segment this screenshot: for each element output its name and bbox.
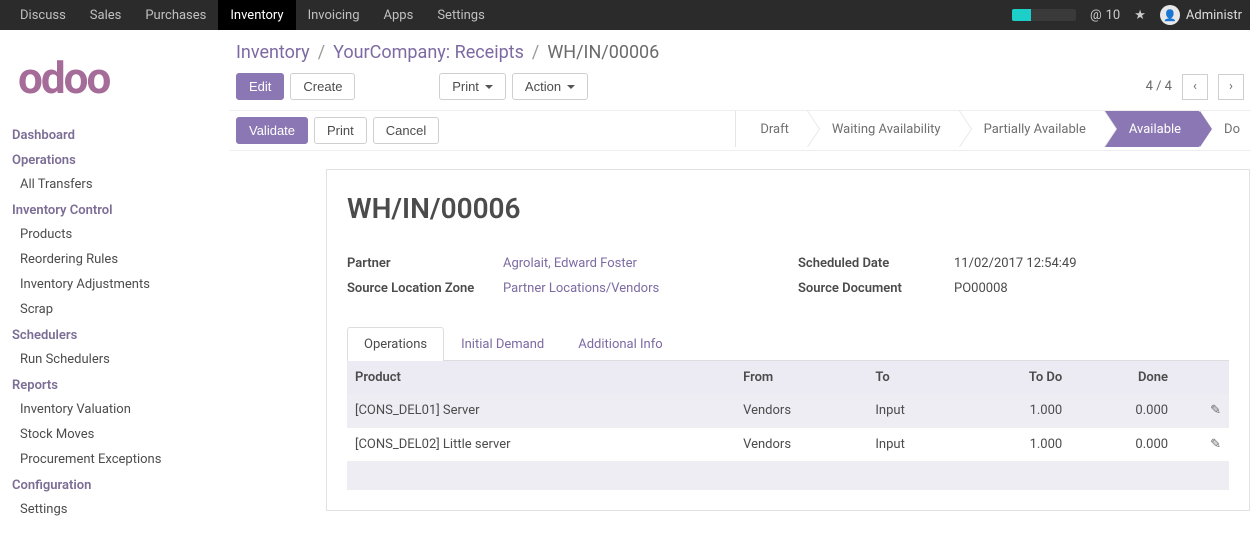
cell-todo: 1.000 <box>964 428 1070 462</box>
topnav-inventory[interactable]: Inventory <box>218 0 295 30</box>
breadcrumb-inventory[interactable]: Inventory <box>236 42 310 63</box>
col-product[interactable]: Product <box>347 361 735 394</box>
topnav-apps[interactable]: Apps <box>372 0 426 30</box>
status-print-button[interactable]: Print <box>314 117 367 144</box>
messages-indicator[interactable]: @ 10 <box>1090 8 1120 23</box>
topnav-discuss[interactable]: Discuss <box>8 0 78 30</box>
col-from[interactable]: From <box>735 361 867 394</box>
validate-button[interactable]: Validate <box>236 117 308 144</box>
sidebar-item-products[interactable]: Products <box>6 222 214 247</box>
progress-bar[interactable] <box>1012 9 1076 21</box>
sidebar-item-run-schedulers[interactable]: Run Schedulers <box>6 347 214 372</box>
record-title: WH/IN/00006 <box>347 192 1229 225</box>
sidebar: odoo Dashboard Operations All Transfers … <box>0 30 224 534</box>
sidebar-section-dashboard[interactable]: Dashboard <box>6 122 214 147</box>
avatar: 👤 <box>1160 5 1180 25</box>
sidebar-section-schedulers[interactable]: Schedulers <box>6 322 214 347</box>
sidebar-item-inventory-adjustments[interactable]: Inventory Adjustments <box>6 272 214 297</box>
pencil-icon[interactable]: ✎ <box>1210 437 1221 452</box>
workflow-partial[interactable]: Partially Available <box>959 111 1104 147</box>
tab-additional-info[interactable]: Additional Info <box>561 327 679 361</box>
topnav-settings[interactable]: Settings <box>425 0 496 30</box>
scheduled-date-label: Scheduled Date <box>798 256 954 271</box>
messages-count: 10 <box>1106 8 1121 23</box>
cell-done: 0.000 <box>1070 394 1176 428</box>
table-footer-row <box>347 462 1229 490</box>
breadcrumb-sep: / <box>532 42 539 63</box>
breadcrumb-receipts[interactable]: YourCompany: Receipts <box>333 42 524 63</box>
source-location-label: Source Location Zone <box>347 281 503 296</box>
sidebar-section-inventory-control[interactable]: Inventory Control <box>6 197 214 222</box>
breadcrumb: Inventory / YourCompany: Receipts / WH/I… <box>230 38 1250 73</box>
sidebar-section-operations[interactable]: Operations <box>6 147 214 172</box>
sidebar-item-all-transfers[interactable]: All Transfers <box>6 172 214 197</box>
sidebar-item-reordering-rules[interactable]: Reordering Rules <box>6 247 214 272</box>
sidebar-item-settings[interactable]: Settings <box>6 497 214 522</box>
tab-initial-demand[interactable]: Initial Demand <box>444 327 561 361</box>
source-document-label: Source Document <box>798 281 954 296</box>
sidebar-item-stock-moves[interactable]: Stock Moves <box>6 422 214 447</box>
cell-product: [CONS_DEL01] Server <box>347 394 735 428</box>
partner-label: Partner <box>347 256 503 271</box>
cell-to: Input <box>867 428 964 462</box>
pager-count: 4 / 4 <box>1146 79 1172 94</box>
action-dropdown[interactable]: Action <box>512 73 588 100</box>
sidebar-section-reports[interactable]: Reports <box>6 372 214 397</box>
topnav-purchases[interactable]: Purchases <box>133 0 218 30</box>
cell-from: Vendors <box>735 394 867 428</box>
cell-to: Input <box>867 394 964 428</box>
pager-next[interactable]: › <box>1218 74 1244 100</box>
record-sheet: WH/IN/00006 Partner Agrolait, Edward Fos… <box>326 169 1250 511</box>
sidebar-section-configuration[interactable]: Configuration <box>6 472 214 497</box>
breadcrumb-sep: / <box>318 42 325 63</box>
breadcrumb-current: WH/IN/00006 <box>547 42 659 63</box>
sidebar-item-procurement-exceptions[interactable]: Procurement Exceptions <box>6 447 214 472</box>
user-menu[interactable]: 👤 Administr <box>1160 5 1242 25</box>
create-button[interactable]: Create <box>290 73 355 100</box>
table-row[interactable]: [CONS_DEL02] Little server Vendors Input… <box>347 428 1229 462</box>
main: Inventory / YourCompany: Receipts / WH/I… <box>224 30 1250 534</box>
cell-from: Vendors <box>735 428 867 462</box>
tab-operations[interactable]: Operations <box>347 327 444 361</box>
tabs: Operations Initial Demand Additional Inf… <box>347 327 1229 361</box>
cell-todo: 1.000 <box>964 394 1070 428</box>
workflow-waiting[interactable]: Waiting Availability <box>807 111 959 147</box>
col-to[interactable]: To <box>867 361 964 394</box>
partner-value[interactable]: Agrolait, Edward Foster <box>503 256 637 271</box>
username: Administr <box>1186 8 1242 23</box>
source-document-value: PO00008 <box>954 281 1008 296</box>
pager-prev[interactable]: ‹ <box>1182 74 1208 100</box>
pencil-icon[interactable]: ✎ <box>1210 403 1221 418</box>
cell-product: [CONS_DEL02] Little server <box>347 428 735 462</box>
topbar: Discuss Sales Purchases Inventory Invoic… <box>0 0 1250 30</box>
col-todo[interactable]: To Do <box>964 361 1070 394</box>
logo: odoo <box>6 42 214 122</box>
workflow-draft[interactable]: Draft <box>735 111 807 147</box>
edit-button[interactable]: Edit <box>236 73 284 100</box>
workflow: Draft Waiting Availability Partially Ava… <box>735 111 1250 150</box>
col-done[interactable]: Done <box>1070 361 1176 394</box>
star-icon[interactable]: ★ <box>1134 8 1146 23</box>
workflow-available[interactable]: Available <box>1104 111 1199 147</box>
cell-done: 0.000 <box>1070 428 1176 462</box>
at-icon: @ <box>1090 8 1102 23</box>
cancel-button[interactable]: Cancel <box>373 117 439 144</box>
sidebar-item-scrap[interactable]: Scrap <box>6 297 214 322</box>
table-row[interactable]: [CONS_DEL01] Server Vendors Input 1.000 … <box>347 394 1229 428</box>
sidebar-item-inventory-valuation[interactable]: Inventory Valuation <box>6 397 214 422</box>
operations-table: Product From To To Do Done [CONS_DEL01] … <box>347 361 1229 490</box>
source-location-value[interactable]: Partner Locations/Vendors <box>503 281 659 296</box>
topnav-invoicing[interactable]: Invoicing <box>296 0 372 30</box>
topbar-nav: Discuss Sales Purchases Inventory Invoic… <box>8 0 497 30</box>
scheduled-date-value: 11/02/2017 12:54:49 <box>954 256 1077 271</box>
print-dropdown[interactable]: Print <box>439 73 506 100</box>
topnav-sales[interactable]: Sales <box>78 0 134 30</box>
